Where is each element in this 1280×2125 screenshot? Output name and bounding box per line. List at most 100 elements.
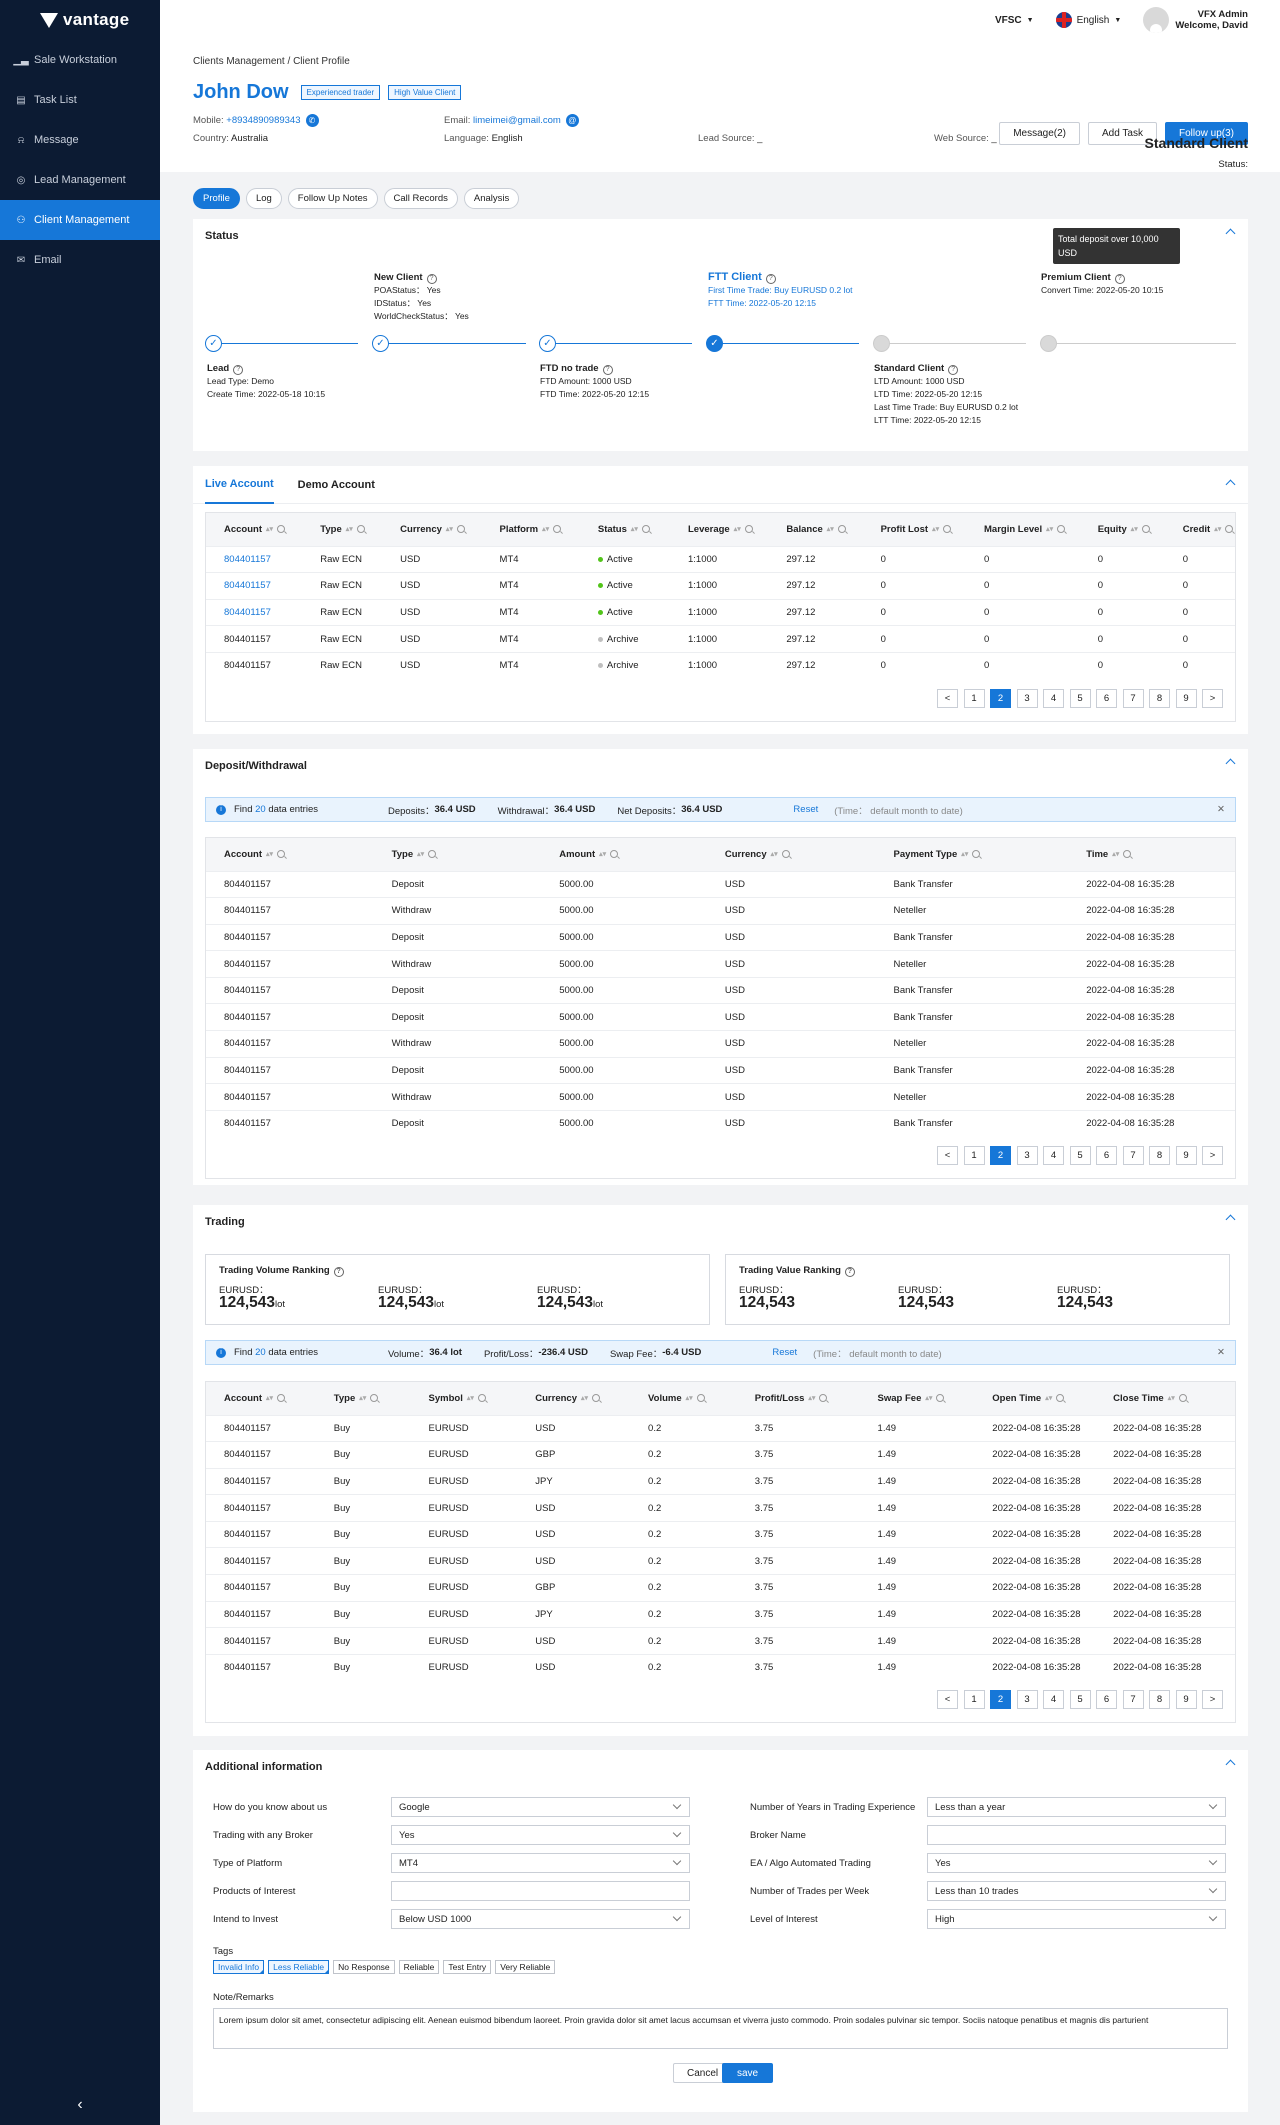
page-button[interactable]: 2 [990,1690,1011,1709]
page-button[interactable]: 3 [1016,1690,1038,1709]
tab-profile[interactable]: Profile [193,188,240,209]
page-button[interactable]: 3 [1016,1146,1038,1165]
sort-icon[interactable]: ▴▾ [1214,525,1221,533]
column-header[interactable]: Payment Type ▴▾ [875,838,1069,871]
column-header[interactable]: Status ▴▾ [579,513,670,546]
search-icon[interactable] [456,525,465,534]
tab-live-account[interactable]: Live Account [205,466,274,504]
search-icon[interactable] [370,1394,379,1403]
sort-icon[interactable]: ▴▾ [808,1394,815,1402]
column-header[interactable]: Currency ▴▾ [706,838,876,871]
sort-icon[interactable]: ▴▾ [417,850,424,858]
close-icon[interactable]: ✕ [1217,1347,1225,1358]
search-icon[interactable] [277,1394,286,1403]
search-icon[interactable] [356,525,365,534]
search-icon[interactable] [744,525,753,534]
column-header[interactable]: Equity ▴▾ [1079,513,1165,546]
email-address[interactable]: limeimei@gmail.com [473,115,561,126]
page-button[interactable]: 7 [1122,689,1144,708]
page-button[interactable]: 9 [1175,1690,1197,1709]
help-icon[interactable]: ? [948,364,959,375]
sidebar-item-email[interactable]: ✉ Email [0,240,160,280]
mobile-number[interactable]: +8934890989343 [226,115,300,126]
column-header[interactable]: Close Time ▴▾ [1095,1382,1235,1415]
search-icon[interactable] [837,525,846,534]
sort-icon[interactable]: ▴▾ [266,525,273,533]
close-icon[interactable]: ✕ [1217,804,1225,815]
select-field[interactable]: Google [391,1797,690,1817]
entity-select[interactable]: VFSC ▼ [995,15,1034,26]
sort-icon[interactable]: ▴▾ [1131,525,1138,533]
pagination-prev-icon[interactable]: < [937,1146,958,1165]
sidebar-item-lead-management[interactable]: ◎ Lead Management [0,160,160,200]
column-header[interactable]: Amount ▴▾ [541,838,707,871]
account-link[interactable]: 804401157 [224,554,271,565]
column-header[interactable]: Platform ▴▾ [481,513,580,546]
collapse-chevron-icon[interactable] [1225,758,1236,769]
sort-icon[interactable]: ▴▾ [1045,1394,1052,1402]
sort-icon[interactable]: ▴▾ [1168,1394,1175,1402]
column-header[interactable]: Type ▴▾ [315,1382,411,1415]
column-header[interactable]: Leverage ▴▾ [670,513,769,546]
column-header[interactable]: Volume ▴▾ [630,1382,737,1415]
pagination-next-icon[interactable]: > [1202,689,1223,708]
language-select[interactable]: English ▼ [1055,12,1121,28]
message-button[interactable]: Message(2) [999,122,1081,145]
search-icon[interactable] [592,1394,601,1403]
help-icon[interactable]: ? [426,273,437,284]
search-icon[interactable] [1123,850,1132,859]
select-field[interactable]: MT4 [391,1853,690,1873]
column-header[interactable]: Profit Lost ▴▾ [862,513,967,546]
search-icon[interactable] [1178,1394,1187,1403]
text-input[interactable] [391,1881,690,1901]
page-button[interactable]: 5 [1069,689,1091,708]
tab-analysis[interactable]: Analysis [463,188,520,209]
page-button[interactable]: 1 [963,1690,985,1709]
search-icon[interactable] [428,850,437,859]
column-header[interactable]: Time ▴▾ [1068,838,1235,871]
reset-link[interactable]: Reset [772,1347,797,1358]
sort-icon[interactable]: ▴▾ [686,1394,693,1402]
select-field[interactable]: Below USD 1000 [391,1909,690,1929]
sort-icon[interactable]: ▴▾ [467,1394,474,1402]
sidebar-item-message[interactable]: ⍾ Message [0,120,160,160]
page-button[interactable]: 6 [1096,1690,1117,1709]
page-button[interactable]: 1 [963,689,985,708]
column-header[interactable]: Margin Level ▴▾ [966,513,1080,546]
column-header[interactable]: Symbol ▴▾ [410,1382,518,1415]
tag-chip[interactable]: Reliable [398,1960,440,1974]
tag-chip[interactable]: No Response [333,1960,395,1974]
sort-icon[interactable]: ▴▾ [932,525,939,533]
page-button[interactable]: 7 [1122,1690,1144,1709]
page-button[interactable]: 2 [990,689,1011,708]
tag-chip[interactable]: Very Reliable [495,1960,556,1974]
sort-icon[interactable]: ▴▾ [346,525,353,533]
save-button[interactable]: save [722,2063,774,2083]
tab-log[interactable]: Log [245,188,282,209]
sort-icon[interactable]: ▴▾ [961,850,968,858]
page-button[interactable]: 7 [1122,1146,1144,1165]
tag-chip[interactable]: Less Reliable [268,1960,330,1974]
column-header[interactable]: Swap Fee ▴▾ [859,1382,975,1415]
account-link[interactable]: 804401157 [224,607,271,618]
select-field[interactable]: Less than 10 trades [927,1881,1226,1901]
sort-icon[interactable]: ▴▾ [631,525,638,533]
search-icon[interactable] [1057,525,1066,534]
pagination-next-icon[interactable]: > [1202,1690,1223,1709]
select-field[interactable]: High [927,1909,1226,1929]
sort-icon[interactable]: ▴▾ [771,850,778,858]
page-button[interactable]: 3 [1016,689,1038,708]
sort-icon[interactable]: ▴▾ [734,525,741,533]
pagination-next-icon[interactable]: > [1202,1146,1223,1165]
sort-icon[interactable]: ▴▾ [925,1394,932,1402]
help-icon[interactable]: ? [333,1266,344,1277]
sidebar-item-sale-workstation[interactable]: ▁▃ Sale Workstation [0,40,160,80]
column-header[interactable]: Profit/Loss ▴▾ [736,1382,860,1415]
text-input[interactable] [927,1825,1226,1845]
search-icon[interactable] [781,850,790,859]
user-menu[interactable]: VFX Admin Welcome, David [1143,7,1248,33]
brand-logo[interactable]: vantage [0,0,160,40]
help-icon[interactable]: ? [233,364,244,375]
search-icon[interactable] [641,525,650,534]
page-button[interactable]: 6 [1096,689,1117,708]
